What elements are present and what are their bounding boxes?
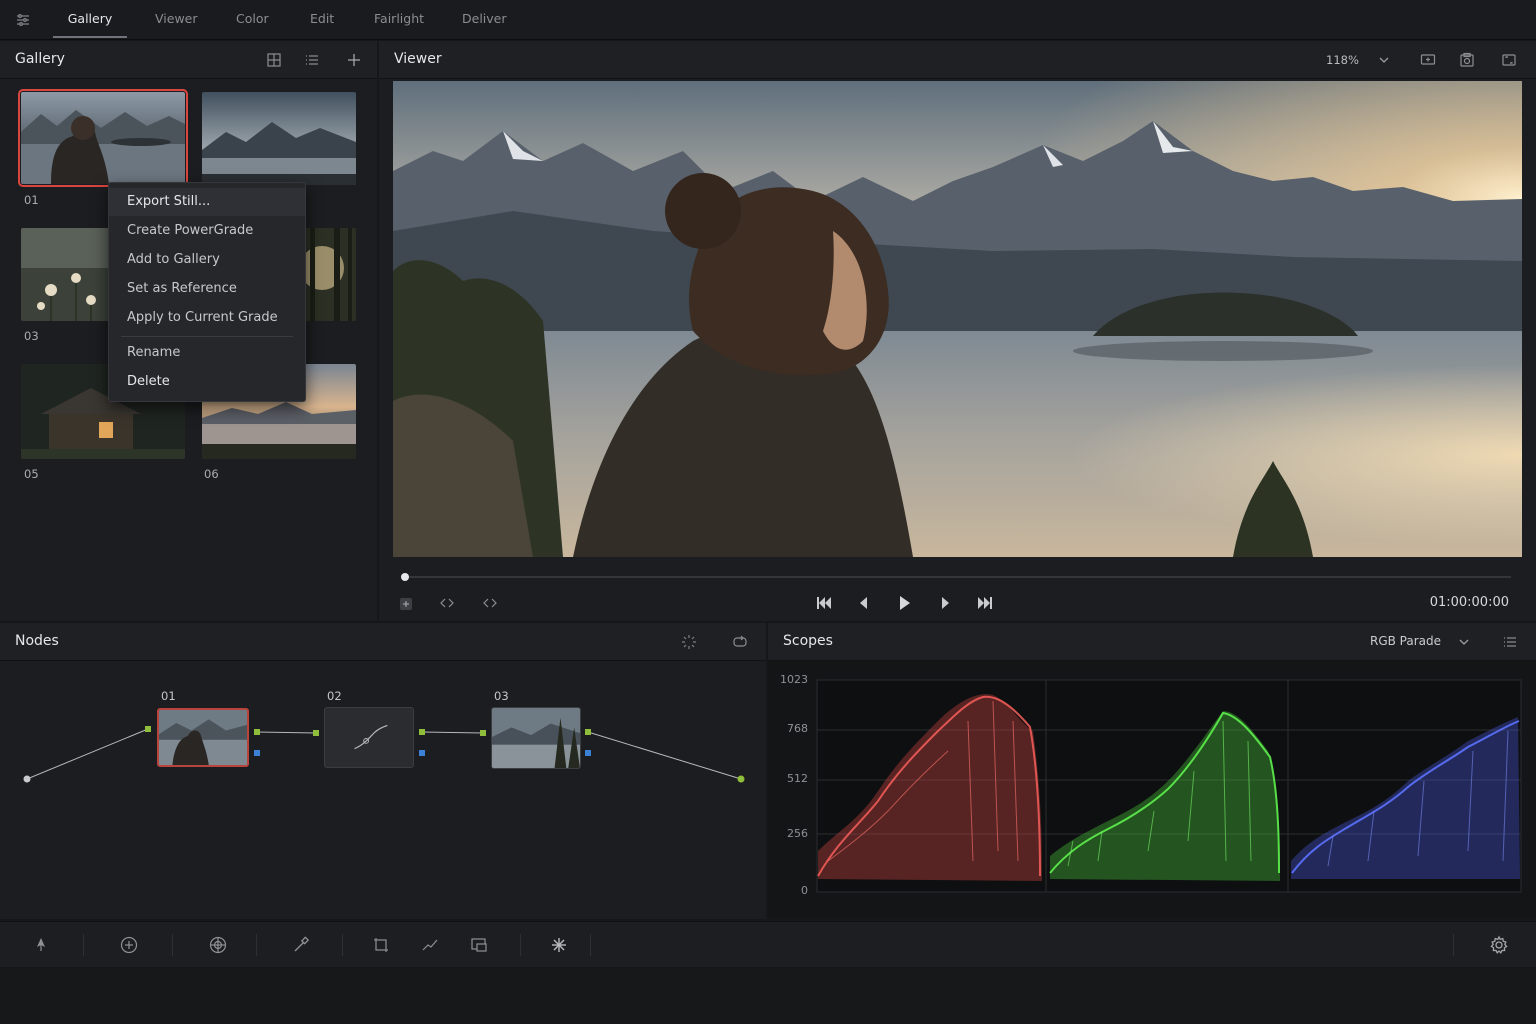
node-graph-canvas[interactable]: 01 02 03 <box>0 661 766 919</box>
still-label: 06 <box>204 467 219 481</box>
scopes-panel: Scopes RGB Parade 1023 768 512 256 0 <box>768 623 1536 919</box>
status-footer <box>0 968 1536 1024</box>
grab-still-icon[interactable] <box>1458 51 1476 69</box>
scopes-header: Scopes RGB Parade <box>768 623 1536 661</box>
menu-item-apply-to-current-grade[interactable]: Apply to Current Grade <box>109 304 305 332</box>
tab-fairlight[interactable]: Fairlight <box>374 0 424 38</box>
menu-item-rename[interactable]: Rename <box>109 339 305 367</box>
list-view-icon[interactable] <box>303 51 321 69</box>
marker-icon[interactable] <box>397 594 415 612</box>
pointer-tool-icon[interactable] <box>31 935 51 955</box>
color-tools-toolbar <box>0 921 1536 967</box>
timeline-scrubber[interactable] <box>403 576 1511 578</box>
grid-view-icon[interactable] <box>265 51 283 69</box>
viewer-frame-image[interactable] <box>393 81 1522 557</box>
toolbar-separator <box>590 934 591 956</box>
step-back-icon[interactable] <box>855 594 873 612</box>
gallery-header: Gallery <box>0 41 377 79</box>
tab-color[interactable]: Color <box>236 0 269 38</box>
still-label: 05 <box>24 467 39 481</box>
viewer-title: Viewer <box>394 51 442 67</box>
page-tab-bar: Gallery Viewer Color Edit Fairlight Deli… <box>0 0 1536 40</box>
menu-item-export-still[interactable]: Export Still... <box>109 188 305 216</box>
toolbar-separator <box>520 934 521 956</box>
chevron-down-icon[interactable] <box>1375 51 1393 69</box>
still-label: 01 <box>24 193 39 207</box>
nodes-header: Nodes <box>0 623 766 661</box>
still-label: 03 <box>24 329 39 343</box>
tab-gallery[interactable]: Gallery <box>53 0 127 38</box>
next-clip-icon[interactable] <box>481 594 499 612</box>
color-node[interactable] <box>157 708 249 767</box>
effects-sparkle-icon[interactable] <box>549 935 569 955</box>
skip-to-end-icon[interactable] <box>976 594 994 612</box>
nodes-title: Nodes <box>15 633 59 649</box>
scopes-title: Scopes <box>783 633 833 649</box>
sizing-icon[interactable] <box>371 935 391 955</box>
node-loop-icon[interactable] <box>731 633 749 651</box>
window-tool-icon[interactable] <box>469 935 489 955</box>
viewer-header: Viewer 118% <box>379 41 1536 79</box>
timecode-display: 01:00:00:00 <box>1429 595 1509 610</box>
color-node[interactable] <box>491 707 581 769</box>
screen-output-icon[interactable] <box>1419 51 1437 69</box>
qualifier-target-icon[interactable] <box>208 935 228 955</box>
toolbar-separator <box>342 934 343 956</box>
step-forward-icon[interactable] <box>936 594 954 612</box>
still-thumbnail[interactable] <box>18 89 188 187</box>
fullscreen-icon[interactable] <box>1500 51 1518 69</box>
nodes-panel: Nodes 01 02 03 <box>0 623 766 919</box>
play-icon[interactable] <box>895 594 913 612</box>
playhead-handle[interactable] <box>401 573 409 581</box>
curves-icon[interactable] <box>420 935 440 955</box>
still-context-menu: Export Still... Create PowerGrade Add to… <box>108 182 306 402</box>
add-still-icon[interactable] <box>345 51 363 69</box>
rgb-parade-scope: 1023 768 512 256 0 <box>768 661 1536 919</box>
menu-item-delete[interactable]: Delete <box>109 368 305 396</box>
previous-clip-icon[interactable] <box>438 594 456 612</box>
color-wheels-icon[interactable] <box>119 935 139 955</box>
zoom-level[interactable]: 118% <box>1326 53 1359 67</box>
eyedropper-icon[interactable] <box>291 935 311 955</box>
node-label: 01 <box>161 689 176 703</box>
tab-deliver[interactable]: Deliver <box>462 0 507 38</box>
menu-item-set-as-reference[interactable]: Set as Reference <box>109 275 305 303</box>
still-thumbnail[interactable] <box>202 92 356 185</box>
menu-separator <box>121 336 293 337</box>
chevron-down-icon[interactable] <box>1455 633 1473 651</box>
node-label: 03 <box>494 689 509 703</box>
skip-to-start-icon[interactable] <box>815 594 833 612</box>
menu-item-create-powergrade[interactable]: Create PowerGrade <box>109 217 305 245</box>
toolbar-separator <box>83 934 84 956</box>
scope-mode-select[interactable]: RGB Parade <box>1370 634 1441 648</box>
viewer-panel: Viewer 118% 01:00:00:00 <box>379 41 1536 621</box>
toolbar-separator <box>172 934 173 956</box>
gallery-title: Gallery <box>15 51 65 67</box>
menu-item-add-to-gallery[interactable]: Add to Gallery <box>109 246 305 274</box>
tab-viewer[interactable]: Viewer <box>155 0 198 38</box>
color-node[interactable] <box>324 707 414 768</box>
settings-gear-icon[interactable] <box>1489 935 1509 955</box>
node-label: 02 <box>327 689 342 703</box>
scope-options-icon[interactable] <box>1501 633 1519 651</box>
toolbar-separator <box>1453 934 1454 956</box>
toolbar-separator <box>256 934 257 956</box>
tab-edit[interactable]: Edit <box>310 0 334 38</box>
node-cleanup-icon[interactable] <box>680 633 698 651</box>
panel-menu-icon[interactable] <box>14 11 32 29</box>
